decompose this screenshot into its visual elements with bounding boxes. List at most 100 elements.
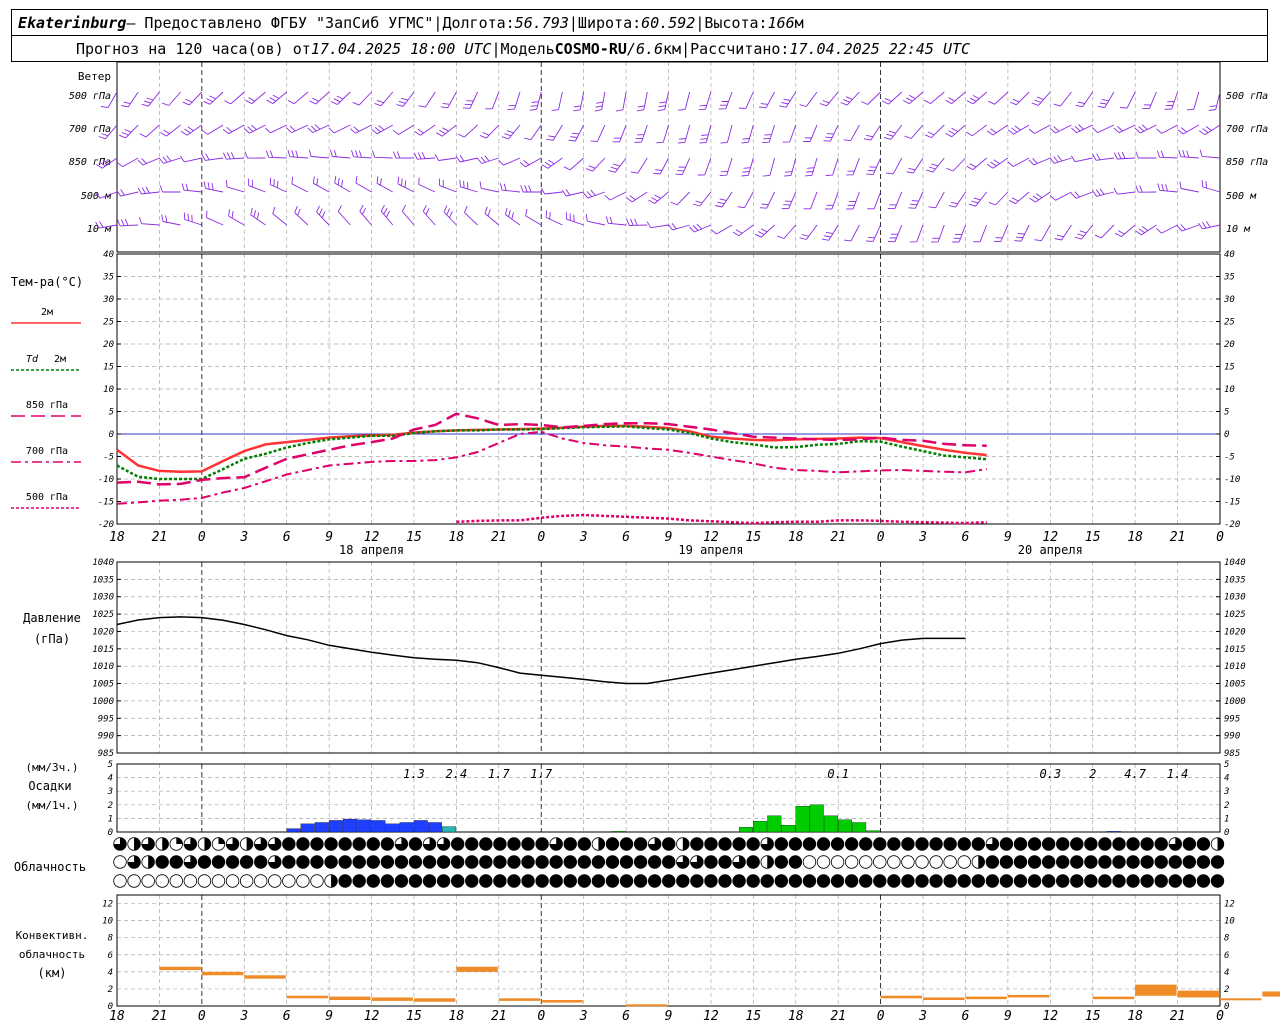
- wind-barb: [1097, 91, 1115, 108]
- cloud-cover-symbol: [859, 874, 873, 888]
- wind-barb: [866, 157, 882, 175]
- cloud-cover-symbol: [605, 874, 620, 888]
- cloud-cover-symbol: [493, 837, 507, 851]
- wind-barb: [479, 124, 500, 139]
- cloud-cover-symbol: [704, 837, 718, 851]
- cloud-cover-fill: [134, 837, 141, 851]
- cloud-cover-symbol: [619, 874, 634, 888]
- wind-barb: [1007, 124, 1030, 135]
- wind-barb: [823, 124, 839, 142]
- wind-barb: [352, 91, 372, 106]
- cloud-cover-symbol: [859, 855, 873, 869]
- y-tick-label-left: 995: [98, 714, 114, 724]
- wind-level-label-right: 500 гПа: [1226, 91, 1268, 102]
- wind-level-label-left: 500 м: [81, 191, 112, 202]
- cloud-cover-fill: [218, 837, 225, 844]
- wind-barb: [1208, 91, 1221, 111]
- cloud-cover-symbol: [844, 855, 859, 869]
- cloud-cover-fill: [162, 837, 169, 851]
- y-tick-label-right: 15: [1224, 363, 1235, 373]
- y-tick-label-right: 1020: [1224, 627, 1246, 637]
- wind-barb: [287, 149, 308, 159]
- convective-bar: [923, 997, 965, 1001]
- cloud-cover-symbol: [591, 855, 606, 869]
- wind-barb: [799, 91, 818, 107]
- cloud-cover-symbol: [1196, 874, 1211, 888]
- x-tick-label: 6: [283, 530, 291, 545]
- precip-tick-left: 4: [108, 774, 113, 784]
- wind-barb: [350, 124, 372, 134]
- cloud-cover-symbol: [282, 855, 296, 869]
- cloud-cover-symbol: [127, 874, 141, 888]
- wind-barb: [206, 210, 224, 226]
- cloud-cover-symbol: [662, 874, 676, 888]
- cloud-cover-symbol: [704, 874, 718, 888]
- wind-barb: [244, 151, 266, 159]
- wind-barb: [484, 206, 500, 226]
- precip-bar: [357, 819, 372, 833]
- wind-barb: [626, 218, 648, 226]
- cloud-cover-symbol: [366, 837, 380, 851]
- precip-bar: [399, 822, 414, 833]
- wind-barb: [224, 91, 245, 105]
- conv-tick-right: 4: [1224, 968, 1229, 978]
- pressure-unit: (гПа): [34, 632, 70, 646]
- precip-bar: [866, 830, 881, 833]
- wind-barb: [540, 187, 563, 195]
- wind-level-label-right: 850 гПа: [1226, 157, 1268, 168]
- wind-barb: [201, 124, 224, 135]
- cloud-cover-symbol: [577, 855, 592, 869]
- cloud-cover-symbol: [521, 855, 535, 869]
- wind-barb: [568, 124, 585, 142]
- cloud-cover-symbol: [802, 855, 817, 869]
- cloud-cover-symbol: [225, 855, 240, 869]
- wind-barb: [119, 124, 139, 139]
- wind-barb: [803, 191, 818, 210]
- cloud-cover-symbol: [296, 874, 310, 888]
- wind-barb: [1053, 91, 1072, 107]
- wind-barb: [952, 224, 966, 243]
- wind-barb: [648, 191, 669, 204]
- cloud-cover-symbol: [465, 837, 479, 851]
- wind-barb: [413, 152, 436, 160]
- y-tick-label-right: -5: [1224, 453, 1235, 463]
- cloud-cover-symbol: [493, 874, 507, 888]
- precip-bar: [795, 806, 810, 833]
- x-tick-label: 9: [325, 1009, 333, 1024]
- cloud-cover-symbol: [563, 837, 577, 851]
- wind-barb: [986, 124, 1009, 136]
- cloud-cover-symbol: [1098, 855, 1112, 869]
- cloud-cover-symbol: [197, 874, 212, 888]
- wind-barb: [886, 157, 903, 175]
- cloud-cover-symbol: [324, 837, 338, 851]
- wind-barb: [762, 124, 776, 144]
- cloud-cover-symbol: [1126, 855, 1140, 869]
- wind-barb: [1094, 224, 1115, 239]
- wind-barb: [1113, 152, 1136, 160]
- wind-barb: [904, 124, 924, 139]
- y-tick-label-left: -10: [98, 475, 114, 485]
- cloud-cover-symbol: [718, 874, 732, 888]
- cloud-cover-symbol: [239, 855, 254, 869]
- cloud-cover-symbol: [929, 874, 943, 888]
- cloud-cover-symbol: [535, 874, 549, 888]
- wind-barb: [392, 124, 415, 135]
- cloud-cover-symbol: [239, 874, 254, 888]
- x-tick-label: 21: [152, 1009, 168, 1024]
- wind-barb: [697, 157, 712, 176]
- wind-barb: [396, 91, 415, 107]
- cloud-cover-fill: [176, 837, 183, 844]
- cloud-cover-symbol: [732, 874, 746, 888]
- x-tick-label: 15: [1085, 530, 1101, 545]
- precip-bar: [442, 826, 457, 833]
- wind-barb: [1075, 91, 1094, 108]
- cloud-cover-fill: [246, 837, 253, 851]
- convective-bar: [1092, 996, 1135, 1000]
- x-tick-label: 12: [703, 1009, 719, 1024]
- cloud-cover-symbol: [1154, 874, 1168, 888]
- cloud-cover-symbol: [999, 874, 1014, 888]
- cloud-cover-symbol: [1056, 874, 1070, 888]
- wind-barb: [545, 210, 563, 226]
- cloud-cover-symbol: [1112, 855, 1126, 869]
- y-tick-label-left: 0: [109, 430, 114, 440]
